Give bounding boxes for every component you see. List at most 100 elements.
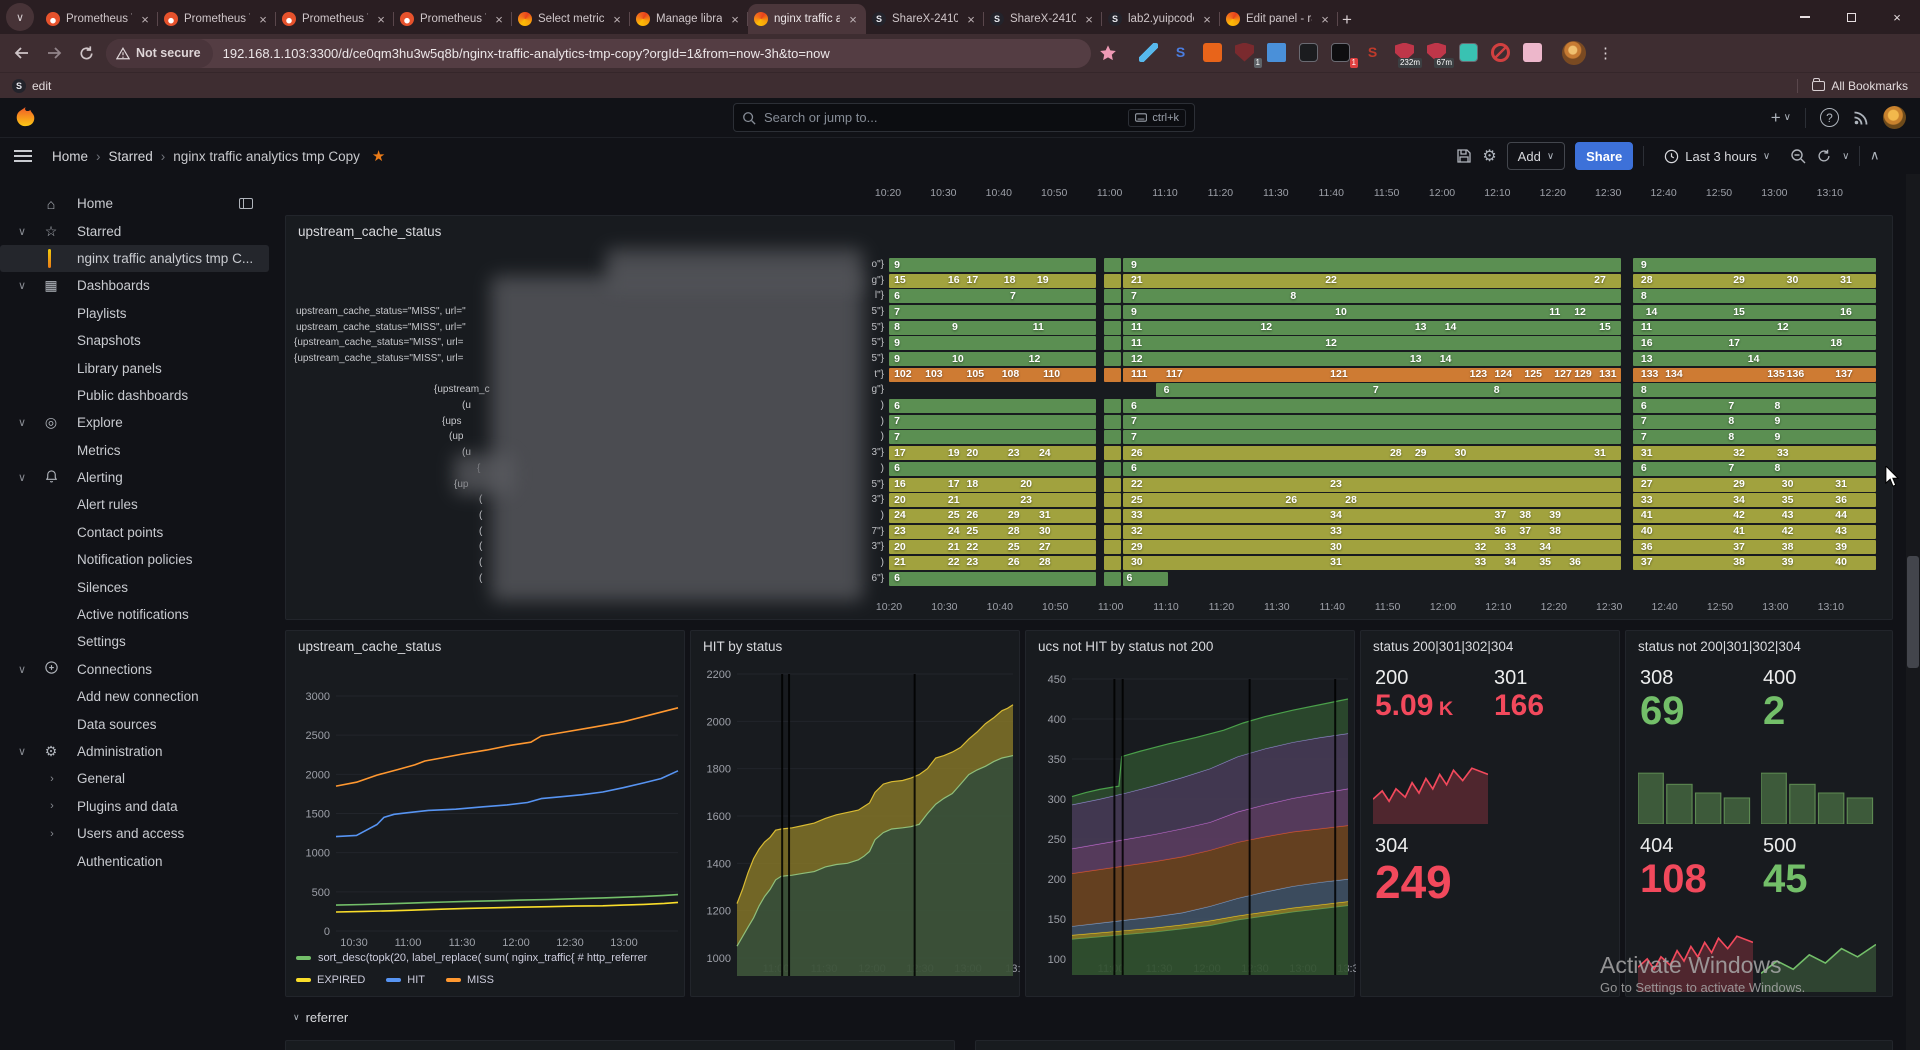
help-icon[interactable]: ? [1820, 108, 1839, 127]
sidebar-item-notification-policies[interactable]: Notification policies [0, 546, 283, 573]
add-panel-button[interactable]: Add∨ [1507, 142, 1565, 170]
panel-ucs-not-hit[interactable]: ucs not HIT by status not 200 4504003503… [1025, 630, 1355, 997]
time-range-picker[interactable]: Last 3 hours∨ [1654, 142, 1780, 170]
sidebar-item-administration[interactable]: ∨⚙Administration [0, 738, 283, 765]
address-bar[interactable]: Not secure 192.168.1.103:3300/d/ce0qm3hu… [106, 39, 1091, 68]
share-button[interactable]: Share [1575, 142, 1633, 170]
panel-upstream-cache-status-timeline[interactable]: upstream_cache_status o"}g"}l"}upstream_… [285, 215, 1893, 620]
sidebar-item-playlists[interactable]: Playlists [0, 300, 283, 327]
tab-close-icon[interactable]: × [728, 12, 742, 27]
vpn-shield-extension-icon[interactable]: 1 [1235, 43, 1256, 64]
security-chip[interactable]: Not secure [106, 39, 213, 68]
screenshot-extension-icon[interactable] [1203, 43, 1224, 64]
sidebar-item-active-notifications[interactable]: Active notifications [0, 601, 283, 628]
seo-extension-icon[interactable]: S [1363, 43, 1384, 64]
chevron-down-icon[interactable]: ∨ [14, 663, 30, 676]
sidebar-item-connections[interactable]: ∨Connections [0, 656, 283, 683]
browser-tab-prometheus-tim[interactable]: Prometheus Tim× [276, 4, 394, 34]
tab-close-icon[interactable]: × [1082, 12, 1096, 27]
news-icon[interactable] [1853, 110, 1869, 126]
browser-tab-lab2-yuipcoder[interactable]: Slab2.yuipcoder× [1102, 4, 1220, 34]
sidebar-item-metrics[interactable]: Metrics [0, 437, 283, 464]
sidebar-item-silences[interactable]: Silences [0, 573, 283, 600]
docs-extension-icon[interactable] [1267, 43, 1288, 64]
window-maximize-button[interactable] [1828, 0, 1874, 34]
browser-tab-select-metric[interactable]: Select metric -× [512, 4, 630, 34]
zoom-out-icon[interactable] [1790, 148, 1806, 164]
mega-menu-icon[interactable] [14, 150, 32, 162]
panel-upstream-cache-status-graph[interactable]: upstream_cache_status 300025002000150010… [285, 630, 685, 997]
tab-close-icon[interactable]: × [374, 12, 388, 27]
browser-tab-prometheus-tim[interactable]: Prometheus Tim× [40, 4, 158, 34]
new-tab-button[interactable]: + [1342, 10, 1352, 30]
sidebar-item-library-panels[interactable]: Library panels [0, 354, 283, 381]
bookmark-star-icon[interactable] [1099, 44, 1117, 62]
sidebar-item-alert-rules[interactable]: Alert rules [0, 491, 283, 518]
add-menu-button[interactable]: +∨ [1771, 108, 1791, 128]
legend-query[interactable]: sort_desc(topk(20, label_replace( sum( n… [318, 952, 647, 964]
sidebar-item-general[interactable]: ›General [0, 765, 283, 792]
tab-close-icon[interactable]: × [492, 12, 506, 27]
mail-black-extension-icon[interactable]: 1 [1331, 43, 1352, 64]
profile-avatar[interactable] [1562, 41, 1586, 65]
panel-status-200[interactable]: status 200|301|302|304 2005.09 K30116630… [1360, 630, 1620, 997]
page-scrollbar[interactable] [1906, 174, 1920, 1050]
browser-tab-sharex-241014[interactable]: SShareX-241014× [866, 4, 984, 34]
row-referrer[interactable]: ∨ referrer [293, 1010, 348, 1025]
partial-panel[interactable] [975, 1040, 1893, 1050]
chevron-down-icon[interactable]: ∨ [14, 279, 30, 292]
sidebar-item-nginx-traffic-analytics-tmp-c[interactable]: nginx traffic analytics tmp C... [0, 245, 269, 272]
tab-close-icon[interactable]: × [138, 12, 152, 27]
browser-menu-icon[interactable]: ⋮ [1594, 44, 1617, 62]
back-button[interactable] [10, 41, 34, 65]
sidebar-item-settings[interactable]: Settings [0, 628, 283, 655]
adguard-extension-icon[interactable]: 232m [1395, 43, 1416, 64]
sidebar-item-add-new-connection[interactable]: Add new connection [0, 683, 283, 710]
sidebar-item-snapshots[interactable]: Snapshots [0, 327, 283, 354]
sidebar-item-plugins-and-data[interactable]: ›Plugins and data [0, 793, 283, 820]
window-minimize-button[interactable] [1782, 0, 1828, 34]
browser-tab-nginx-traffic-an[interactable]: nginx traffic an× [748, 4, 866, 34]
breadcrumb-starred[interactable]: Starred [109, 149, 153, 164]
chevron-right-icon[interactable]: › [44, 828, 60, 840]
user-avatar[interactable] [1883, 106, 1906, 129]
chevron-down-icon[interactable]: ∨ [14, 745, 30, 758]
legend-item-hit[interactable]: HIT [386, 974, 425, 986]
panel-hit-by-status[interactable]: HIT by status 22002000180016001400120010… [690, 630, 1020, 997]
dashboard-settings-icon[interactable]: ⚙ [1482, 146, 1496, 166]
tab-close-icon[interactable]: × [256, 12, 270, 27]
reload-button[interactable] [74, 41, 98, 65]
browser-tab-prometheus-tim[interactable]: Prometheus Tim× [394, 4, 512, 34]
tab-close-icon[interactable]: × [1318, 12, 1332, 27]
browser-tab-sharex-241014[interactable]: SShareX-241014× [984, 4, 1102, 34]
grafana-logo[interactable] [14, 106, 37, 129]
scrollbar-thumb[interactable] [1907, 556, 1919, 668]
panel-status-not-200[interactable]: status not 200|301|302|304 3086940024041… [1625, 630, 1893, 997]
sidebar-item-contact-points[interactable]: Contact points [0, 519, 283, 546]
tab-search-button[interactable]: ∨ [6, 3, 34, 31]
chevron-down-icon[interactable]: ∨ [14, 225, 30, 238]
adguard2-extension-icon[interactable]: 67m [1427, 43, 1448, 64]
sidebar-item-users-and-access[interactable]: ›Users and access [0, 820, 283, 847]
refresh-icon[interactable] [1816, 148, 1832, 164]
browser-tab-prometheus-tim[interactable]: Prometheus Tim× [158, 4, 276, 34]
chevron-right-icon[interactable]: › [44, 773, 60, 785]
sidebar-item-home[interactable]: ⌂Home [0, 190, 283, 217]
sidebar-item-explore[interactable]: ∨◎Explore [0, 409, 283, 436]
tab-close-icon[interactable]: × [846, 12, 860, 27]
dock-sidebar-icon[interactable] [239, 198, 253, 209]
notes-teal-extension-icon[interactable] [1459, 43, 1480, 64]
clipboard-extension-icon[interactable] [1523, 43, 1544, 64]
tab-close-icon[interactable]: × [610, 12, 624, 27]
legend-item-miss[interactable]: MISS [446, 974, 494, 986]
chevron-down-icon[interactable]: ∨ [14, 471, 30, 484]
partial-panel[interactable] [285, 1040, 955, 1050]
blocker-extension-icon[interactable] [1491, 43, 1512, 64]
search-input[interactable]: Search or jump to... ctrl+k [733, 103, 1195, 132]
tab-close-icon[interactable]: × [964, 12, 978, 27]
chevron-down-icon[interactable]: ∨ [14, 416, 30, 429]
all-bookmarks-button[interactable]: All Bookmarks [1797, 79, 1908, 93]
browser-tab-manage-library[interactable]: Manage library× [630, 4, 748, 34]
chevron-right-icon[interactable]: › [44, 800, 60, 812]
sidebar-item-public-dashboards[interactable]: Public dashboards [0, 382, 283, 409]
